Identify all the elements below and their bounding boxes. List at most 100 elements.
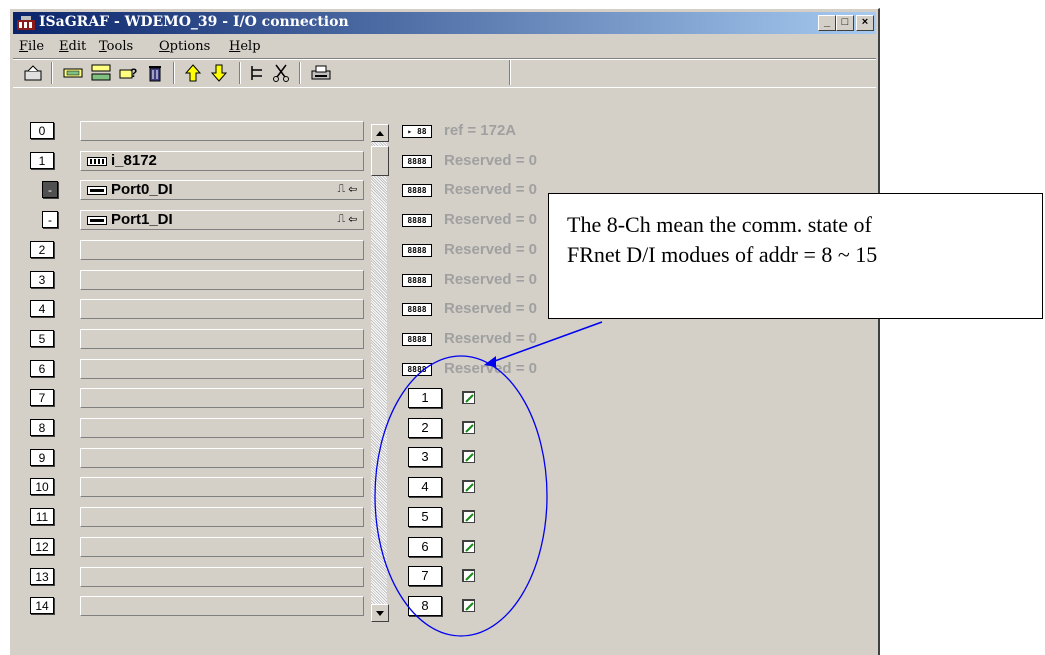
open-icon[interactable]: [21, 62, 45, 84]
slot-row[interactable]: [80, 239, 364, 260]
maximize-button[interactable]: □: [836, 15, 854, 31]
channel-item[interactable]: 6: [408, 536, 442, 557]
close-button[interactable]: ×: [856, 15, 874, 31]
channel-check-icon: [462, 509, 475, 523]
scroll-down-button[interactable]: [371, 604, 389, 622]
port-icon: [87, 216, 107, 226]
slot-number[interactable]: 8: [30, 419, 54, 436]
window-title: ISaGRAF - WDEMO_39 - I/O connection: [39, 14, 349, 30]
slot-row[interactable]: [80, 388, 364, 409]
annotation-callout: The 8-Ch mean the comm. state of FRnet D…: [548, 193, 1043, 319]
slot-row[interactable]: [80, 566, 364, 587]
slot-row[interactable]: [80, 269, 364, 290]
slot-scrollbar[interactable]: [370, 123, 389, 623]
slot-row[interactable]: [80, 536, 364, 557]
channel-check-icon: [462, 420, 475, 434]
channel-check-icon: [462, 569, 475, 583]
channel-check-icon: [462, 598, 475, 612]
slot-number[interactable]: 4: [30, 300, 54, 318]
register-icon: 8888: [402, 332, 432, 346]
app-window: ISaGRAF - WDEMO_39 - I/O connection _ □ …: [9, 8, 880, 655]
slot-row[interactable]: [80, 418, 364, 438]
help-board-icon[interactable]: ?: [117, 62, 141, 84]
callout-line-2: FRnet D/I modues of addr = 8 ~ 15: [567, 242, 878, 267]
channel-item[interactable]: 5: [408, 506, 442, 527]
print-icon[interactable]: [309, 62, 333, 84]
slot-number[interactable]: 0: [30, 122, 54, 139]
menu-item-options[interactable]: Options: [159, 39, 210, 54]
channel-number: 7: [408, 566, 442, 587]
slot-label: Port0_DI: [111, 181, 173, 199]
channel-item[interactable]: 7: [408, 566, 442, 587]
register-icon: 8888: [402, 273, 432, 287]
channel-number: 5: [408, 506, 442, 527]
channel-check-icon: [462, 539, 475, 553]
channel-check-icon: [462, 391, 475, 404]
register-label: Reserved = 0: [444, 359, 537, 377]
menu-item-tools[interactable]: Tools: [99, 39, 133, 54]
channel-number: 2: [408, 417, 442, 438]
slot-row[interactable]: i_8172: [80, 150, 364, 171]
scroll-thumb[interactable]: [371, 146, 389, 176]
register-label: ref = 172A: [444, 122, 517, 139]
set-board-icon[interactable]: [89, 62, 113, 84]
register-icon: 8888: [402, 362, 432, 376]
slot-row[interactable]: [80, 121, 364, 141]
slot-row[interactable]: [80, 358, 364, 379]
menu-item-help[interactable]: Help: [229, 39, 261, 54]
slot-number[interactable]: 11: [30, 508, 54, 526]
slot-number[interactable]: 2: [30, 240, 54, 258]
title-bar[interactable]: ISaGRAF - WDEMO_39 - I/O connection _ □ …: [13, 12, 876, 34]
channel-item[interactable]: 1: [408, 388, 442, 408]
slot-row[interactable]: [80, 477, 364, 498]
delete-icon[interactable]: [143, 62, 167, 84]
slot-row[interactable]: [80, 299, 364, 320]
register-label: Reserved = 0: [444, 300, 537, 318]
slot-row[interactable]: Port1_DI ⎍ ⇦: [80, 210, 364, 231]
register-icon: 8888: [402, 303, 432, 317]
direction-icon: ⎍ ⇦: [337, 213, 357, 226]
slot-number[interactable]: -: [42, 211, 58, 229]
slot-row[interactable]: [80, 507, 364, 528]
menu-item-edit[interactable]: Edit: [59, 39, 86, 54]
slot-label: i_8172: [111, 151, 157, 169]
slot-number[interactable]: 3: [30, 270, 54, 288]
minimize-button[interactable]: _: [818, 15, 836, 31]
slot-number[interactable]: 7: [30, 389, 54, 407]
slot-number[interactable]: 13: [30, 567, 54, 585]
svg-text:?: ?: [130, 66, 137, 80]
port-icon: [87, 186, 107, 196]
move-down-icon[interactable]: [207, 62, 231, 84]
register-label: Reserved = 0: [444, 181, 537, 199]
channel-item[interactable]: 4: [408, 477, 442, 498]
channel-item[interactable]: 3: [408, 447, 442, 468]
channel-check-icon: [462, 450, 475, 464]
cut-icon[interactable]: [269, 62, 293, 84]
tree-icon[interactable]: [245, 62, 269, 84]
register-icon: 8888: [402, 184, 432, 198]
channel-check-icon: [462, 480, 475, 494]
slot-row[interactable]: Port0_DI ⎍ ⇦: [80, 180, 364, 201]
slot-number[interactable]: 5: [30, 329, 54, 347]
channel-number: 3: [408, 447, 442, 468]
register-icon: ▸ 88: [402, 125, 432, 138]
slot-number[interactable]: 14: [30, 597, 54, 615]
move-up-icon[interactable]: [181, 62, 205, 84]
slot-number[interactable]: 1: [30, 151, 54, 169]
slot-number[interactable]: -: [42, 181, 58, 199]
scroll-up-button[interactable]: [371, 124, 389, 142]
slot-row[interactable]: [80, 328, 364, 349]
slot-number[interactable]: 10: [30, 478, 54, 496]
register-label: Reserved = 0: [444, 240, 537, 258]
callout-line-1: The 8-Ch mean the comm. state of: [567, 212, 872, 237]
channel-item[interactable]: 2: [408, 417, 442, 438]
slot-row[interactable]: [80, 447, 364, 468]
slot-row[interactable]: [80, 596, 364, 617]
connect-board-icon[interactable]: [61, 62, 85, 84]
slot-number[interactable]: 9: [30, 448, 54, 466]
direction-icon: ⎍ ⇦: [337, 183, 357, 196]
slot-number[interactable]: 6: [30, 359, 54, 377]
channel-item[interactable]: 8: [408, 595, 442, 616]
menu-item-file[interactable]: File: [19, 39, 44, 54]
slot-number[interactable]: 12: [30, 537, 54, 555]
